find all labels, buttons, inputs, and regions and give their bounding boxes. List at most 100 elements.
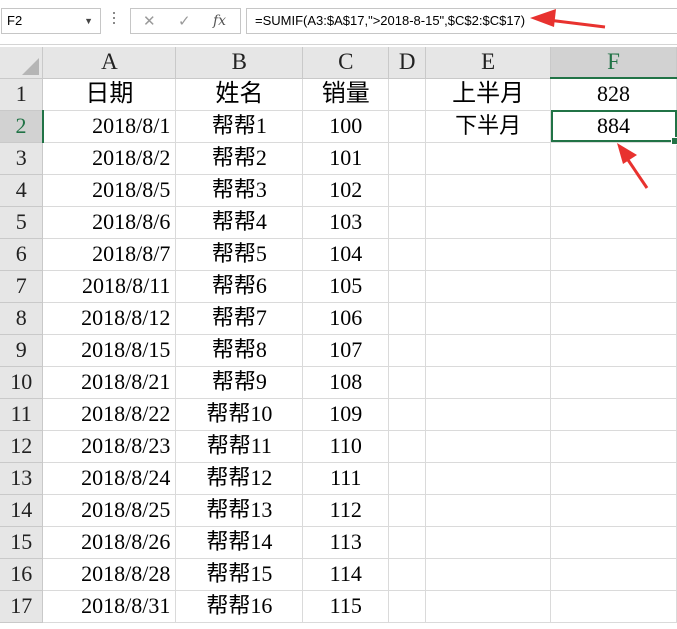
cell-f4[interactable] — [550, 174, 677, 207]
row-header-2[interactable]: 2 — [0, 110, 44, 143]
cell-e4[interactable] — [425, 174, 552, 207]
cell-c9[interactable]: 107 — [302, 334, 390, 367]
cell-e16[interactable] — [425, 558, 552, 591]
cell-e12[interactable] — [425, 430, 552, 463]
cell-c14[interactable]: 112 — [302, 494, 390, 527]
cell-b5[interactable]: 帮帮4 — [175, 206, 304, 239]
column-header-f[interactable]: F — [550, 47, 677, 79]
cell-e8[interactable] — [425, 302, 552, 335]
cell-c1[interactable]: 销量 — [302, 78, 390, 111]
cell-f14[interactable] — [550, 494, 677, 527]
row-header-16[interactable]: 16 — [0, 558, 44, 591]
column-header-d[interactable]: D — [388, 47, 427, 79]
chevron-down-icon[interactable]: ▼ — [84, 9, 93, 33]
cell-e2[interactable]: 下半月 — [425, 110, 552, 143]
cell-c6[interactable]: 104 — [302, 238, 390, 271]
row-header-7[interactable]: 7 — [0, 270, 44, 303]
cell-b4[interactable]: 帮帮3 — [175, 174, 304, 207]
cell-e6[interactable] — [425, 238, 552, 271]
cell-d6[interactable] — [388, 238, 427, 271]
cell-e9[interactable] — [425, 334, 552, 367]
cell-a15[interactable]: 2018/8/26 — [42, 526, 177, 559]
cell-e3[interactable] — [425, 142, 552, 175]
cell-e5[interactable] — [425, 206, 552, 239]
row-header-17[interactable]: 17 — [0, 590, 44, 623]
cell-a17[interactable]: 2018/8/31 — [42, 590, 177, 623]
cell-a7[interactable]: 2018/8/11 — [42, 270, 177, 303]
fill-handle[interactable] — [671, 137, 677, 145]
cell-f11[interactable] — [550, 398, 677, 431]
cell-b2[interactable]: 帮帮1 — [175, 110, 304, 143]
cell-d2[interactable] — [388, 110, 427, 143]
cell-a11[interactable]: 2018/8/22 — [42, 398, 177, 431]
select-all-corner[interactable] — [0, 47, 44, 79]
row-header-3[interactable]: 3 — [0, 142, 44, 175]
cell-a2[interactable]: 2018/8/1 — [42, 110, 177, 143]
cell-b6[interactable]: 帮帮5 — [175, 238, 304, 271]
cell-a10[interactable]: 2018/8/21 — [42, 366, 177, 399]
cell-c17[interactable]: 115 — [302, 590, 390, 623]
cell-f6[interactable] — [550, 238, 677, 271]
cell-f3[interactable] — [550, 142, 677, 175]
cell-a12[interactable]: 2018/8/23 — [42, 430, 177, 463]
cell-a13[interactable]: 2018/8/24 — [42, 462, 177, 495]
cell-a6[interactable]: 2018/8/7 — [42, 238, 177, 271]
cell-b1[interactable]: 姓名 — [175, 78, 304, 111]
cell-f13[interactable] — [550, 462, 677, 495]
cell-b3[interactable]: 帮帮2 — [175, 142, 304, 175]
cell-e17[interactable] — [425, 590, 552, 623]
row-header-13[interactable]: 13 — [0, 462, 44, 495]
cell-a4[interactable]: 2018/8/5 — [42, 174, 177, 207]
cell-b17[interactable]: 帮帮16 — [175, 590, 304, 623]
row-header-14[interactable]: 14 — [0, 494, 44, 527]
cell-c8[interactable]: 106 — [302, 302, 390, 335]
cell-e11[interactable] — [425, 398, 552, 431]
cell-d1[interactable] — [388, 78, 427, 111]
formula-input[interactable]: =SUMIF(A3:$A$17,">2018-8-15",$C$2:$C$17) — [246, 8, 677, 34]
cell-d11[interactable] — [388, 398, 427, 431]
row-header-12[interactable]: 12 — [0, 430, 44, 463]
row-header-8[interactable]: 8 — [0, 302, 44, 335]
row-header-5[interactable]: 5 — [0, 206, 44, 239]
cell-d16[interactable] — [388, 558, 427, 591]
cell-b13[interactable]: 帮帮12 — [175, 462, 304, 495]
cell-d13[interactable] — [388, 462, 427, 495]
cell-f10[interactable] — [550, 366, 677, 399]
cell-c7[interactable]: 105 — [302, 270, 390, 303]
cell-d17[interactable] — [388, 590, 427, 623]
cell-d9[interactable] — [388, 334, 427, 367]
cell-e14[interactable] — [425, 494, 552, 527]
column-header-b[interactable]: B — [175, 47, 304, 79]
cell-d12[interactable] — [388, 430, 427, 463]
cell-c5[interactable]: 103 — [302, 206, 390, 239]
cell-e1[interactable]: 上半月 — [425, 78, 552, 111]
cell-e15[interactable] — [425, 526, 552, 559]
cell-d10[interactable] — [388, 366, 427, 399]
cell-c3[interactable]: 101 — [302, 142, 390, 175]
cell-c11[interactable]: 109 — [302, 398, 390, 431]
cell-d4[interactable] — [388, 174, 427, 207]
cell-a14[interactable]: 2018/8/25 — [42, 494, 177, 527]
cell-c2[interactable]: 100 — [302, 110, 390, 143]
cell-b10[interactable]: 帮帮9 — [175, 366, 304, 399]
cell-b15[interactable]: 帮帮14 — [175, 526, 304, 559]
cell-b12[interactable]: 帮帮11 — [175, 430, 304, 463]
cell-c13[interactable]: 111 — [302, 462, 390, 495]
cell-f5[interactable] — [550, 206, 677, 239]
cell-a9[interactable]: 2018/8/15 — [42, 334, 177, 367]
cell-b16[interactable]: 帮帮15 — [175, 558, 304, 591]
cell-f16[interactable] — [550, 558, 677, 591]
cell-b9[interactable]: 帮帮8 — [175, 334, 304, 367]
cell-c15[interactable]: 113 — [302, 526, 390, 559]
cell-b8[interactable]: 帮帮7 — [175, 302, 304, 335]
cell-c10[interactable]: 108 — [302, 366, 390, 399]
cell-f1[interactable]: 828 — [550, 78, 677, 111]
row-header-4[interactable]: 4 — [0, 174, 44, 207]
cell-b7[interactable]: 帮帮6 — [175, 270, 304, 303]
name-box[interactable]: F2 ▼ — [1, 8, 101, 34]
row-header-1[interactable]: 1 — [0, 78, 44, 111]
row-header-6[interactable]: 6 — [0, 238, 44, 271]
cell-d3[interactable] — [388, 142, 427, 175]
cell-c4[interactable]: 102 — [302, 174, 390, 207]
cell-e7[interactable] — [425, 270, 552, 303]
